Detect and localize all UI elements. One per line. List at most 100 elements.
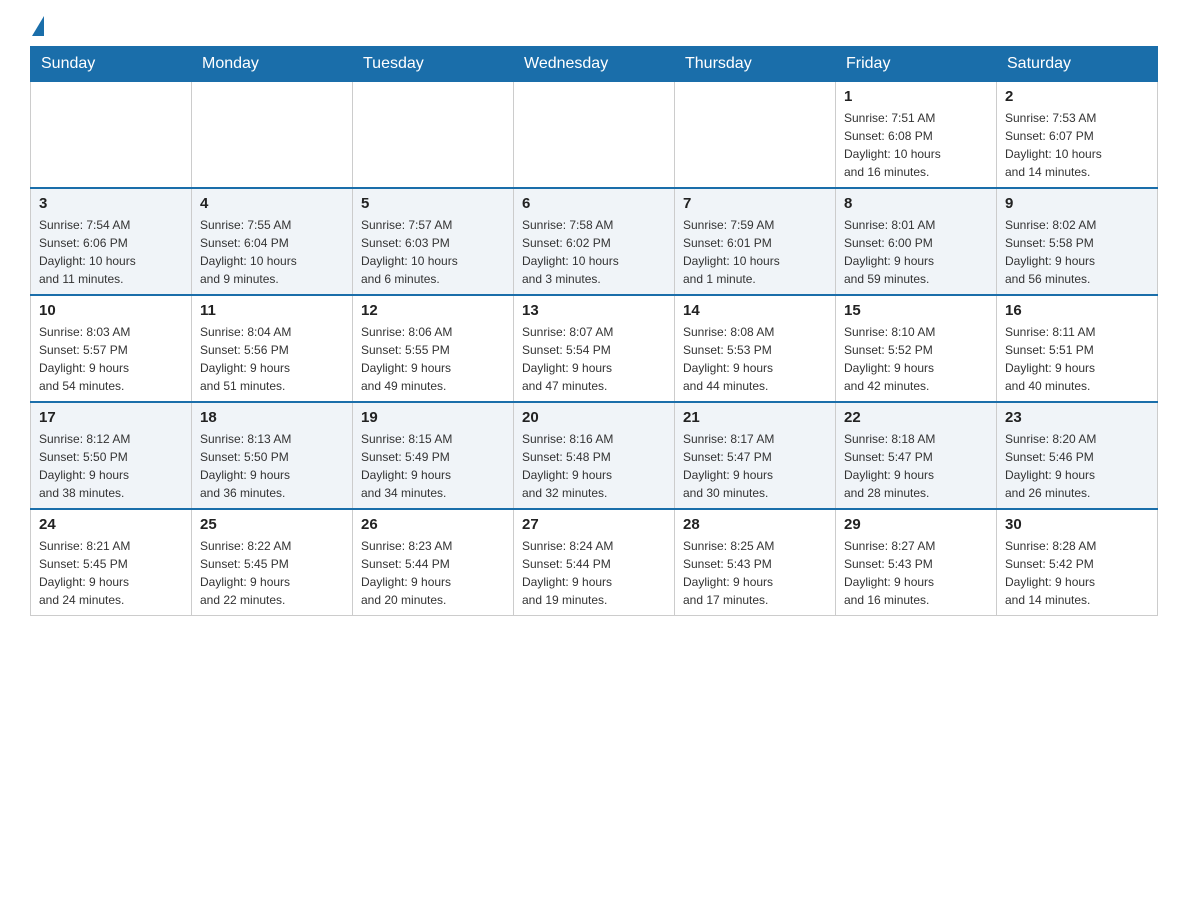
day-number: 22	[844, 409, 988, 426]
day-info: Sunrise: 8:28 AMSunset: 5:42 PMDaylight:…	[1005, 537, 1149, 609]
day-number: 14	[683, 302, 827, 319]
logo	[30, 20, 44, 36]
calendar-cell: 2 Sunrise: 7:53 AMSunset: 6:07 PMDaylight…	[997, 82, 1158, 189]
day-info: Sunrise: 8:25 AMSunset: 5:43 PMDaylight:…	[683, 537, 827, 609]
weekday-header-wednesday: Wednesday	[514, 47, 675, 82]
calendar-cell: 10 Sunrise: 8:03 AMSunset: 5:57 PMDayligh…	[31, 295, 192, 402]
day-number: 5	[361, 195, 505, 212]
day-number: 26	[361, 516, 505, 533]
calendar-cell: 5 Sunrise: 7:57 AMSunset: 6:03 PMDaylight…	[353, 188, 514, 295]
calendar-cell	[31, 82, 192, 189]
calendar-cell: 26 Sunrise: 8:23 AMSunset: 5:44 PMDayligh…	[353, 509, 514, 616]
day-number: 3	[39, 195, 183, 212]
day-info: Sunrise: 8:17 AMSunset: 5:47 PMDaylight:…	[683, 430, 827, 502]
day-info: Sunrise: 7:53 AMSunset: 6:07 PMDaylight:…	[1005, 109, 1149, 181]
day-number: 12	[361, 302, 505, 319]
calendar-cell: 6 Sunrise: 7:58 AMSunset: 6:02 PMDaylight…	[514, 188, 675, 295]
day-number: 1	[844, 88, 988, 105]
calendar-cell: 18Sunrise: 8:13 AMSunset: 5:50 PMDayligh…	[192, 402, 353, 509]
calendar-cell: 25Sunrise: 8:22 AMSunset: 5:45 PMDayligh…	[192, 509, 353, 616]
calendar-cell: 22 Sunrise: 8:18 AMSunset: 5:47 PMDayligh…	[836, 402, 997, 509]
day-info: Sunrise: 8:08 AMSunset: 5:53 PMDaylight:…	[683, 323, 827, 395]
calendar-cell: 27 Sunrise: 8:24 AMSunset: 5:44 PMDayligh…	[514, 509, 675, 616]
day-number: 29	[844, 516, 988, 533]
calendar-cell: 19 Sunrise: 8:15 AMSunset: 5:49 PMDayligh…	[353, 402, 514, 509]
day-info: Sunrise: 8:11 AMSunset: 5:51 PMDaylight:…	[1005, 323, 1149, 395]
day-number: 27	[522, 516, 666, 533]
calendar-week-row: 3 Sunrise: 7:54 AMSunset: 6:06 PMDaylight…	[31, 188, 1158, 295]
calendar-cell: 17Sunrise: 8:12 AMSunset: 5:50 PMDayligh…	[31, 402, 192, 509]
logo-triangle-icon	[32, 16, 44, 36]
day-number: 8	[844, 195, 988, 212]
day-number: 16	[1005, 302, 1149, 319]
day-info: Sunrise: 8:15 AMSunset: 5:49 PMDaylight:…	[361, 430, 505, 502]
day-info: Sunrise: 8:18 AMSunset: 5:47 PMDaylight:…	[844, 430, 988, 502]
day-info: Sunrise: 8:07 AMSunset: 5:54 PMDaylight:…	[522, 323, 666, 395]
day-info: Sunrise: 8:21 AMSunset: 5:45 PMDaylight:…	[39, 537, 183, 609]
day-number: 15	[844, 302, 988, 319]
day-info: Sunrise: 8:13 AMSunset: 5:50 PMDaylight:…	[200, 430, 344, 502]
weekday-header-sunday: Sunday	[31, 47, 192, 82]
weekday-header-row: SundayMondayTuesdayWednesdayThursdayFrid…	[31, 47, 1158, 82]
calendar-cell: 1Sunrise: 7:51 AMSunset: 6:08 PMDaylight…	[836, 82, 997, 189]
day-info: Sunrise: 7:54 AMSunset: 6:06 PMDaylight:…	[39, 216, 183, 288]
calendar-cell: 13 Sunrise: 8:07 AMSunset: 5:54 PMDayligh…	[514, 295, 675, 402]
calendar-cell: 23 Sunrise: 8:20 AMSunset: 5:46 PMDayligh…	[997, 402, 1158, 509]
calendar-cell: 14 Sunrise: 8:08 AMSunset: 5:53 PMDayligh…	[675, 295, 836, 402]
day-info: Sunrise: 8:23 AMSunset: 5:44 PMDaylight:…	[361, 537, 505, 609]
calendar-cell: 29 Sunrise: 8:27 AMSunset: 5:43 PMDayligh…	[836, 509, 997, 616]
weekday-header-friday: Friday	[836, 47, 997, 82]
day-number: 10	[39, 302, 183, 319]
day-number: 2	[1005, 88, 1149, 105]
day-number: 9	[1005, 195, 1149, 212]
day-info: Sunrise: 7:59 AMSunset: 6:01 PMDaylight:…	[683, 216, 827, 288]
calendar-cell	[675, 82, 836, 189]
calendar-week-row: 1Sunrise: 7:51 AMSunset: 6:08 PMDaylight…	[31, 82, 1158, 189]
calendar-cell: 4 Sunrise: 7:55 AMSunset: 6:04 PMDaylight…	[192, 188, 353, 295]
day-info: Sunrise: 7:58 AMSunset: 6:02 PMDaylight:…	[522, 216, 666, 288]
day-number: 13	[522, 302, 666, 319]
calendar-cell: 30 Sunrise: 8:28 AMSunset: 5:42 PMDayligh…	[997, 509, 1158, 616]
calendar-cell: 24 Sunrise: 8:21 AMSunset: 5:45 PMDayligh…	[31, 509, 192, 616]
calendar-cell: 20Sunrise: 8:16 AMSunset: 5:48 PMDayligh…	[514, 402, 675, 509]
day-number: 28	[683, 516, 827, 533]
weekday-header-tuesday: Tuesday	[353, 47, 514, 82]
calendar-cell: 11 Sunrise: 8:04 AMSunset: 5:56 PMDayligh…	[192, 295, 353, 402]
day-info: Sunrise: 8:02 AMSunset: 5:58 PMDaylight:…	[1005, 216, 1149, 288]
calendar-week-row: 24 Sunrise: 8:21 AMSunset: 5:45 PMDayligh…	[31, 509, 1158, 616]
calendar-cell	[353, 82, 514, 189]
page-header	[30, 20, 1158, 36]
day-number: 24	[39, 516, 183, 533]
day-info: Sunrise: 8:01 AMSunset: 6:00 PMDaylight:…	[844, 216, 988, 288]
day-info: Sunrise: 8:06 AMSunset: 5:55 PMDaylight:…	[361, 323, 505, 395]
day-info: Sunrise: 8:20 AMSunset: 5:46 PMDaylight:…	[1005, 430, 1149, 502]
calendar-week-row: 17Sunrise: 8:12 AMSunset: 5:50 PMDayligh…	[31, 402, 1158, 509]
calendar-week-row: 10 Sunrise: 8:03 AMSunset: 5:57 PMDayligh…	[31, 295, 1158, 402]
day-number: 19	[361, 409, 505, 426]
day-info: Sunrise: 8:10 AMSunset: 5:52 PMDaylight:…	[844, 323, 988, 395]
day-info: Sunrise: 8:16 AMSunset: 5:48 PMDaylight:…	[522, 430, 666, 502]
calendar-cell: 15 Sunrise: 8:10 AMSunset: 5:52 PMDayligh…	[836, 295, 997, 402]
day-info: Sunrise: 8:12 AMSunset: 5:50 PMDaylight:…	[39, 430, 183, 502]
calendar-cell: 28 Sunrise: 8:25 AMSunset: 5:43 PMDayligh…	[675, 509, 836, 616]
day-number: 4	[200, 195, 344, 212]
calendar-cell: 7 Sunrise: 7:59 AMSunset: 6:01 PMDaylight…	[675, 188, 836, 295]
calendar-cell: 8 Sunrise: 8:01 AMSunset: 6:00 PMDaylight…	[836, 188, 997, 295]
day-number: 23	[1005, 409, 1149, 426]
day-info: Sunrise: 8:04 AMSunset: 5:56 PMDaylight:…	[200, 323, 344, 395]
day-info: Sunrise: 8:27 AMSunset: 5:43 PMDaylight:…	[844, 537, 988, 609]
day-number: 25	[200, 516, 344, 533]
day-info: Sunrise: 7:55 AMSunset: 6:04 PMDaylight:…	[200, 216, 344, 288]
calendar-cell: 3 Sunrise: 7:54 AMSunset: 6:06 PMDaylight…	[31, 188, 192, 295]
day-number: 30	[1005, 516, 1149, 533]
day-info: Sunrise: 8:03 AMSunset: 5:57 PMDaylight:…	[39, 323, 183, 395]
day-number: 11	[200, 302, 344, 319]
day-number: 6	[522, 195, 666, 212]
day-info: Sunrise: 8:24 AMSunset: 5:44 PMDaylight:…	[522, 537, 666, 609]
calendar-cell: 9 Sunrise: 8:02 AMSunset: 5:58 PMDaylight…	[997, 188, 1158, 295]
day-number: 7	[683, 195, 827, 212]
calendar-cell: 16 Sunrise: 8:11 AMSunset: 5:51 PMDayligh…	[997, 295, 1158, 402]
calendar-cell: 12 Sunrise: 8:06 AMSunset: 5:55 PMDayligh…	[353, 295, 514, 402]
day-info: Sunrise: 7:57 AMSunset: 6:03 PMDaylight:…	[361, 216, 505, 288]
weekday-header-monday: Monday	[192, 47, 353, 82]
